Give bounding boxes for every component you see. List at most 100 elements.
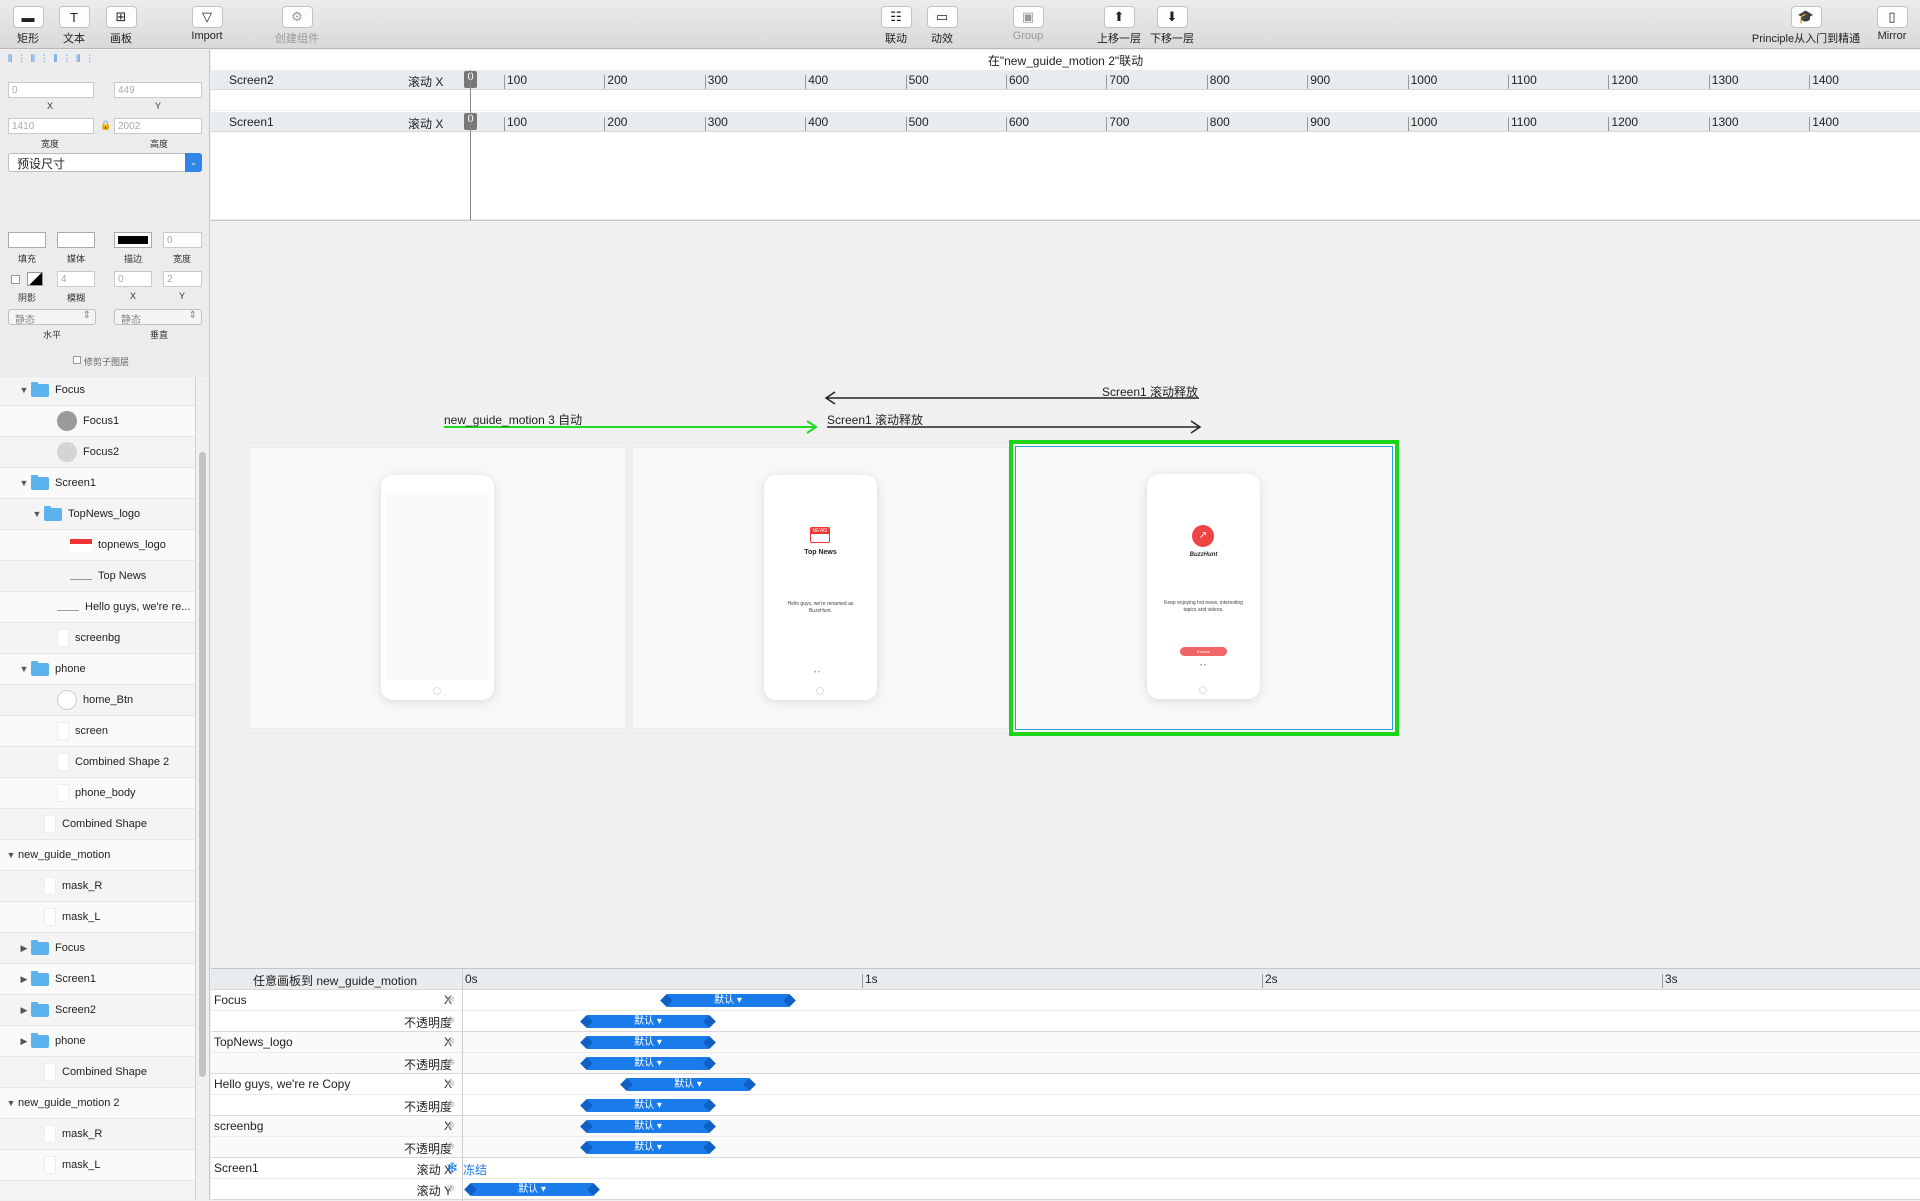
disclosure-closed-icon[interactable]: ▶	[17, 974, 31, 985]
layer-row[interactable]: ▼ Focus	[0, 377, 195, 406]
preset-size-select[interactable]: 预设尺寸 ⌄	[8, 153, 202, 172]
release-fwd-arrow-label[interactable]: Screen1 滚动释放	[827, 411, 923, 428]
layer-row[interactable]: ▶ Focus	[0, 933, 195, 964]
freeze-icon[interactable]: ❄	[446, 1159, 459, 1177]
layer-row[interactable]: Hello guys, we're re...	[0, 592, 195, 623]
toolbar-group-button[interactable]: ▣ Group	[1000, 6, 1056, 42]
animation-curve-bar[interactable]: 默认 ▾	[470, 1183, 594, 1196]
freeze-icon[interactable]: ❄	[446, 1098, 455, 1111]
layer-row[interactable]: ▶ Screen1	[0, 964, 195, 995]
animation-curve-bar[interactable]: 默认 ▾	[666, 994, 790, 1007]
layer-row[interactable]: mask_R	[0, 871, 195, 902]
toolbar-component-button[interactable]: ⚙ 创建组件	[269, 6, 325, 46]
animation-curve-bar[interactable]: 默认 ▾	[626, 1078, 750, 1091]
layer-row[interactable]: ▶ phone	[0, 1026, 195, 1057]
lock-icon[interactable]: 🔒	[100, 120, 111, 131]
layer-row[interactable]: mask_R	[0, 1119, 195, 1150]
auto-arrow-label[interactable]: new_guide_motion 3 自动	[444, 411, 582, 428]
freeze-icon[interactable]: ❄	[446, 1056, 455, 1069]
disclosure-closed-icon[interactable]: ▶	[17, 1036, 31, 1047]
stroke-width-input[interactable]	[163, 232, 202, 248]
canvas[interactable]: new_guide_motion 3 自动 Screen1 滚动释放 Scree…	[211, 221, 1920, 968]
layer-row[interactable]: mask_L	[0, 1150, 195, 1181]
toolbar-bring-forward-button[interactable]: ⬆ 上移一层	[1091, 6, 1147, 46]
layer-row[interactable]: Focus2	[0, 437, 195, 468]
freeze-icon[interactable]: ❄	[446, 993, 455, 1006]
shadow-color-swatch[interactable]	[27, 272, 43, 286]
artboard-1[interactable]	[249, 447, 626, 729]
freeze-icon[interactable]: ❄	[446, 1182, 455, 1195]
layer-row[interactable]: ▼ Screen1	[0, 468, 195, 499]
release-back-arrow-label[interactable]: Screen1 滚动释放	[1102, 383, 1198, 400]
animation-curve-bar[interactable]: 默认 ▾	[586, 1141, 710, 1154]
animation-curve-bar[interactable]: 默认 ▾	[586, 1036, 710, 1049]
y-input[interactable]	[114, 82, 202, 98]
toolbar-mirror-button[interactable]: ▯ Mirror	[1864, 6, 1920, 42]
animation-curve-bar[interactable]: 默认 ▾	[586, 1015, 710, 1028]
shadow-checkbox[interactable]	[11, 275, 20, 284]
layer-row[interactable]: screenbg	[0, 623, 195, 654]
driver-row-track[interactable]	[211, 90, 1920, 111]
explore-button[interactable]: Explore	[1180, 647, 1227, 656]
layer-row[interactable]: screen	[0, 716, 195, 747]
freeze-icon[interactable]: ❄	[446, 1014, 455, 1027]
layer-row[interactable]: Combined Shape	[0, 1057, 195, 1088]
width-input[interactable]	[8, 118, 94, 134]
artboard-2[interactable]: NEWS Top News Hello guys, we're renamed …	[632, 447, 1009, 729]
toolbar-animate-button[interactable]: ▭ 动效	[914, 6, 970, 46]
layer-row[interactable]: ▼ new_guide_motion	[0, 840, 195, 871]
layer-row[interactable]: ▼ phone	[0, 654, 195, 685]
toolbar-graduation-cap-button[interactable]: 🎓 Principle从入门到精通	[1741, 6, 1871, 46]
layer-row[interactable]: ▼ new_guide_motion 2	[0, 1088, 195, 1119]
align-left-icon[interactable]: ⫴	[8, 54, 12, 68]
disclosure-closed-icon[interactable]: ▶	[17, 1005, 31, 1016]
layer-row[interactable]: Top News	[0, 561, 195, 592]
horizontal-mode-select[interactable]: 静态 ⇕	[8, 309, 96, 326]
layer-row[interactable]: Combined Shape	[0, 809, 195, 840]
x-input[interactable]	[8, 82, 94, 98]
disclosure-open-icon[interactable]: ▼	[17, 664, 31, 674]
stroke-swatch[interactable]	[114, 232, 152, 248]
disclosure-open-icon[interactable]: ▼	[4, 1098, 18, 1108]
fill-swatch[interactable]	[8, 232, 46, 248]
freeze-icon[interactable]: ❄	[446, 1035, 455, 1048]
align-center-icon[interactable]: ⫶	[20, 54, 23, 68]
align-bottom-icon[interactable]: ⫴	[76, 54, 80, 68]
artboard-3-selected[interactable]: ↗ BuzzHunt Keep enjoying hot news, inter…	[1009, 440, 1399, 736]
layer-row[interactable]: ▼ TopNews_logo	[0, 499, 195, 530]
blur-input[interactable]	[57, 271, 95, 287]
vertical-mode-select[interactable]: 静态 ⇕	[114, 309, 202, 326]
align-right-icon[interactable]: ⫴	[31, 54, 35, 68]
distribute-v-icon[interactable]: ⫶	[88, 54, 91, 68]
animation-curve-bar[interactable]: 默认 ▾	[586, 1099, 710, 1112]
freeze-icon[interactable]: ❄	[446, 1140, 455, 1153]
animation-curve-bar[interactable]: 默认 ▾	[586, 1120, 710, 1133]
disclosure-open-icon[interactable]: ▼	[17, 385, 31, 395]
layer-row[interactable]: topnews_logo	[0, 530, 195, 561]
toolbar-import-button[interactable]: ▽ Import	[179, 6, 235, 42]
layer-row[interactable]: ▶ Screen2	[0, 995, 195, 1026]
shadow-y-input[interactable]	[163, 271, 202, 287]
disclosure-open-icon[interactable]: ▼	[17, 478, 31, 488]
align-top-icon[interactable]: ⫴	[53, 54, 57, 68]
layer-row[interactable]: Focus1	[0, 406, 195, 437]
layer-row[interactable]: mask_L	[0, 902, 195, 933]
layer-row[interactable]: home_Btn	[0, 685, 195, 716]
playhead-line[interactable]	[470, 70, 471, 220]
driver-row-track[interactable]	[211, 132, 1920, 220]
freeze-icon[interactable]: ❄	[446, 1077, 455, 1090]
clip-sublayers-checkbox[interactable]	[73, 356, 81, 364]
layer-row[interactable]: phone_body	[0, 778, 195, 809]
animation-curve-bar[interactable]: 默认 ▾	[586, 1057, 710, 1070]
disclosure-closed-icon[interactable]: ▶	[17, 943, 31, 954]
layer-scrollbar[interactable]	[196, 377, 210, 1200]
toolbar-artboard-button[interactable]: ⊞ 画板	[93, 6, 149, 46]
layer-row[interactable]: Combined Shape 2	[0, 747, 195, 778]
shadow-x-input[interactable]	[114, 271, 152, 287]
disclosure-open-icon[interactable]: ▼	[30, 509, 44, 519]
media-swatch[interactable]	[57, 232, 95, 248]
height-input[interactable]	[114, 118, 202, 134]
toolbar-send-backward-button[interactable]: ⬇ 下移一层	[1144, 6, 1200, 46]
align-middle-icon[interactable]: ⫶	[66, 54, 69, 68]
scrollbar-thumb[interactable]	[199, 452, 206, 1077]
